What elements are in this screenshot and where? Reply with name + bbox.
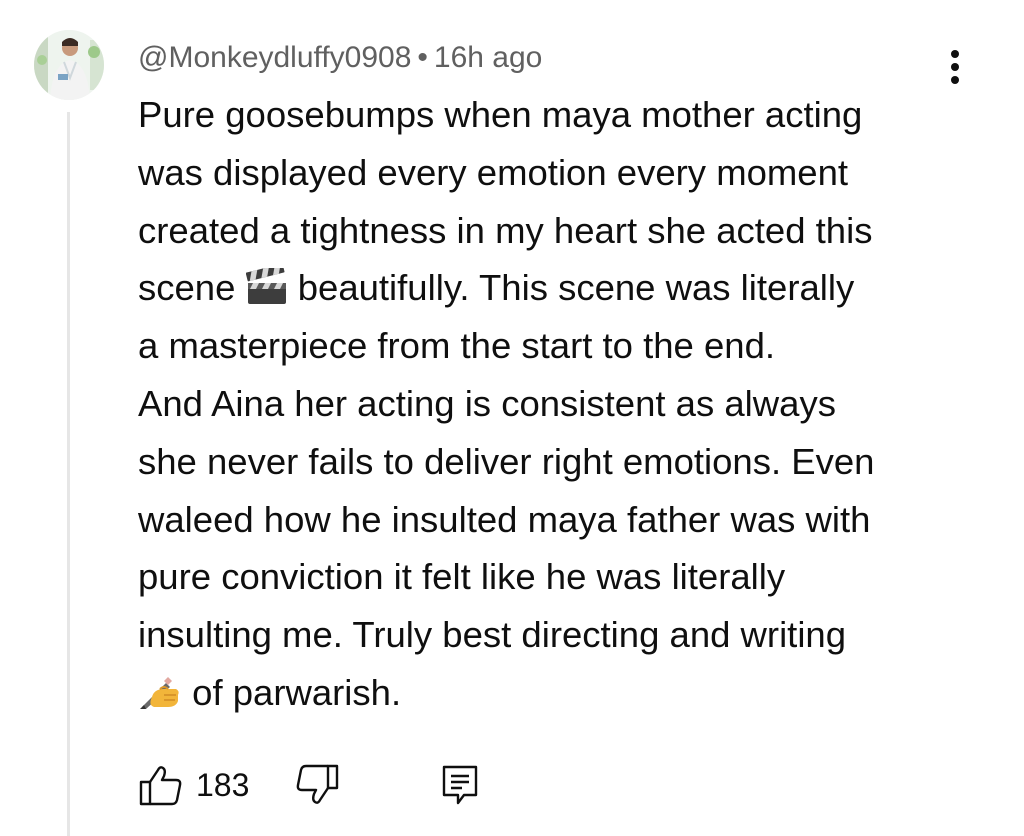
dislike-button[interactable] [296,760,340,810]
separator-dot: • [417,41,428,74]
comment-line: a masterpiece from the start to the end. [138,325,776,367]
avatar[interactable] [34,30,104,100]
like-button[interactable]: 183 [138,760,249,810]
comment-line: created a tightness in my heart she acte… [138,209,873,251]
more-vertical-icon [951,50,959,84]
reply-button[interactable] [440,760,480,810]
comment-line: pure conviction it felt like he was lite… [138,556,786,598]
comment-header: @Monkeydluffy0908 • 16h ago [138,38,542,78]
comment-line: was displayed every emotion every moment [138,151,849,193]
comment-line: Pure goosebumps when maya mother acting [138,94,863,135]
author-handle[interactable]: @Monkeydluffy0908 [138,41,411,74]
thumbs-up-icon [139,766,182,806]
comment-reply-icon [442,765,478,805]
comment-line: And Aina her acting is consistent as alw… [138,382,836,424]
comment-line-part: scene [138,267,236,309]
writing-hand-emoji [140,676,179,709]
comment-line: scene beautifully. This scene was litera… [138,259,988,317]
comment-line: waleed how he insulted maya father was w… [138,498,871,540]
avatar-image [34,30,104,100]
comment-line-part: of parwarish. [192,671,402,713]
comment-actions: 183 [138,760,538,810]
comment-line-part: beautifully. This scene was literally [297,267,855,309]
thread-line [67,112,70,836]
comment-line: of parwarish. [138,664,988,722]
like-count: 183 [196,766,250,803]
comment-text: Pure goosebumps when maya mother acting … [138,86,988,722]
comment-line: she never fails to deliver right emotion… [138,440,875,482]
more-options-button[interactable] [940,44,970,90]
thumbs-down-icon [296,764,339,804]
comment-timestamp[interactable]: 16h ago [434,41,542,74]
clapper-board-emoji [245,268,286,305]
comment-line: insulting me. Truly best directing and w… [138,614,847,656]
